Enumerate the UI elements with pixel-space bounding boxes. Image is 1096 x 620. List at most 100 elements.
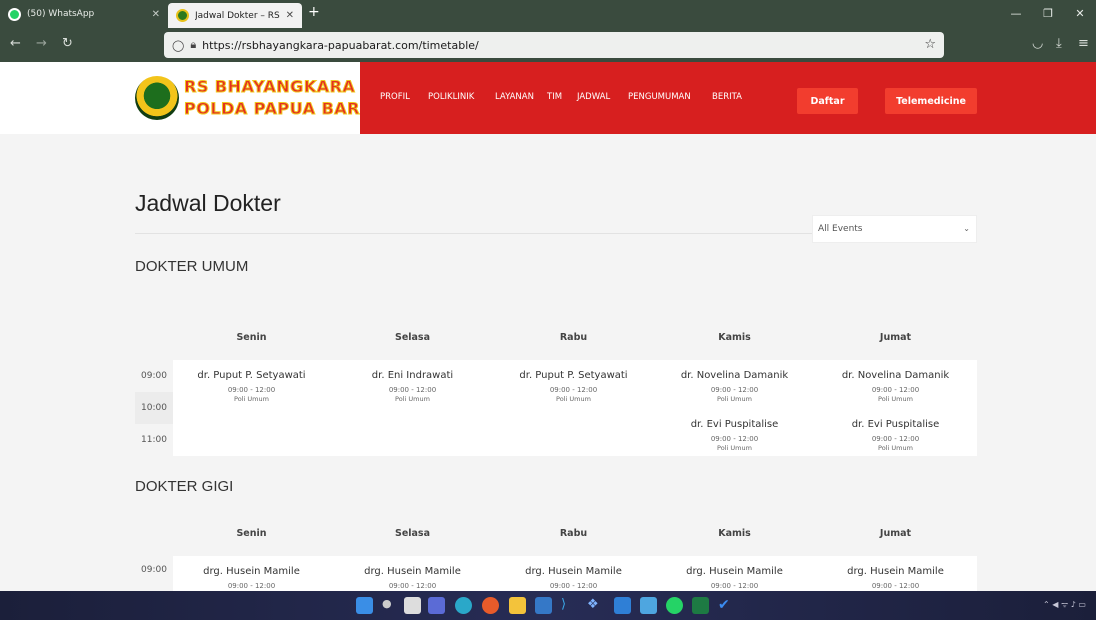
- minimize-icon[interactable]: —: [1000, 0, 1032, 28]
- time-slot-1000: 10:00: [135, 392, 173, 424]
- chevron-down-icon: ⌄: [963, 224, 970, 233]
- dropbox-icon[interactable]: ❖: [587, 597, 604, 614]
- browser-tab-bar: (50) WhatsApp ✕ Jadwal Dokter – RS Bhaya…: [0, 0, 1096, 28]
- close-window-icon[interactable]: ✕: [1064, 0, 1096, 28]
- schedule-entry[interactable]: dr. Puput P. Setyawati 09:00 - 12:00 Pol…: [495, 369, 652, 404]
- edge-icon[interactable]: [455, 597, 472, 614]
- restore-icon[interactable]: ❐: [1032, 0, 1064, 28]
- schedule-entry[interactable]: dr. Novelina Damanik 09:00 - 12:00 Poli …: [817, 369, 974, 404]
- vscode-icon[interactable]: ⟩: [561, 597, 578, 614]
- doctor-poli: Poli Umum: [878, 395, 913, 403]
- menu-item-poliklinik[interactable]: POLIKLINIK: [428, 92, 474, 102]
- search-icon[interactable]: ●: [382, 597, 399, 614]
- doctor-name: drg. Husein Mamile: [525, 566, 622, 577]
- chat-icon[interactable]: [428, 597, 445, 614]
- logo-line1: RS BHAYANGKARA: [183, 77, 356, 97]
- menu-item-layanan[interactable]: LAYANAN: [495, 92, 534, 102]
- file-explorer-icon[interactable]: [509, 597, 526, 614]
- window-controls: — ❐ ✕: [1000, 0, 1096, 28]
- doctor-hours: 09:00 - 12:00: [871, 435, 920, 443]
- doctor-hours: 09:00 - 12:00: [388, 386, 437, 394]
- doctor-hours: 09:00 - 12:00: [710, 435, 759, 443]
- schedule-entry[interactable]: drg. Husein Mamile 09:00 - 12:00: [173, 565, 330, 591]
- forward-icon[interactable]: →: [36, 36, 47, 51]
- site-logo-text[interactable]: RS BHAYANGKARA POLDA PAPUA BARAT: [183, 76, 384, 120]
- day-header-selasa: Selasa: [394, 528, 431, 539]
- daftar-button[interactable]: Daftar: [797, 88, 858, 114]
- menu-item-profil[interactable]: PROFIL: [380, 92, 410, 102]
- menu-item-pengumuman[interactable]: PENGUMUMAN: [628, 92, 691, 102]
- tab-whatsapp[interactable]: (50) WhatsApp ✕: [0, 0, 168, 28]
- doctor-hours: 09:00 - 12:00: [227, 386, 276, 394]
- pocket-icon[interactable]: ◡: [1032, 36, 1043, 51]
- tab-jadwal-dokter[interactable]: Jadwal Dokter – RS Bhayangka ✕: [168, 3, 302, 28]
- doctor-name: dr. Novelina Damanik: [680, 370, 789, 381]
- firefox-icon[interactable]: [482, 597, 499, 614]
- schedule-entry[interactable]: drg. Husein Mamile 09:00 - 12:00: [495, 565, 652, 591]
- bookmark-star-icon[interactable]: ☆: [924, 37, 936, 52]
- whatsapp-icon: [8, 7, 21, 21]
- doctor-name: dr. Eni Indrawati: [371, 370, 454, 381]
- start-menu-icon[interactable]: [356, 597, 373, 614]
- schedule-entry[interactable]: dr. Eni Indrawati 09:00 - 12:00 Poli Umu…: [334, 369, 491, 404]
- system-tray[interactable]: ⌃ ◀ ᯤ ♪ ▭: [1043, 599, 1086, 610]
- day-header-rabu: Rabu: [559, 332, 588, 343]
- doctor-name: drg. Husein Mamile: [364, 566, 461, 577]
- doctor-name: dr. Novelina Damanik: [841, 370, 950, 381]
- doctor-name: drg. Husein Mamile: [686, 566, 783, 577]
- menu-item-jadwal[interactable]: JADWAL: [577, 92, 610, 102]
- schedule-entry[interactable]: dr. Puput P. Setyawati 09:00 - 12:00 Pol…: [173, 369, 330, 404]
- day-header-kamis: Kamis: [718, 528, 751, 539]
- doctor-name: drg. Husein Mamile: [847, 566, 944, 577]
- page-title: Jadwal Dokter: [135, 190, 281, 216]
- doctor-poli: Poli Umum: [717, 444, 752, 452]
- new-tab-button[interactable]: +: [308, 4, 320, 20]
- doctor-hours: 09:00 - 12:00: [871, 386, 920, 394]
- schedule-entry[interactable]: dr. Evi Puspitalise 09:00 - 12:00 Poli U…: [817, 418, 974, 453]
- events-filter-value: All Events: [818, 224, 863, 234]
- reload-icon[interactable]: ↻: [62, 36, 73, 51]
- schedule-entry[interactable]: drg. Husein Mamile 09:00 - 12:00: [817, 565, 974, 591]
- section-title-dokter-gigi: DOKTER GIGI: [135, 478, 234, 495]
- menu-icon[interactable]: ≡: [1078, 36, 1089, 51]
- schedule-entry[interactable]: dr. Evi Puspitalise 09:00 - 12:00 Poli U…: [656, 418, 813, 453]
- close-tab-icon[interactable]: ✕: [286, 10, 294, 21]
- doctor-name: dr. Evi Puspitalise: [690, 419, 779, 430]
- mail-icon[interactable]: [614, 597, 631, 614]
- schedule-entry[interactable]: dr. Novelina Damanik 09:00 - 12:00 Poli …: [656, 369, 813, 404]
- doctor-hours: 09:00 - 12:00: [710, 582, 759, 590]
- doctor-hours: 09:00 - 12:00: [871, 582, 920, 590]
- back-icon[interactable]: ←: [10, 36, 21, 51]
- schedule-grid-umum: dr. Puput P. Setyawati 09:00 - 12:00 Pol…: [173, 360, 977, 456]
- photos-icon[interactable]: [640, 597, 657, 614]
- whatsapp-icon[interactable]: [666, 597, 683, 614]
- day-header-jumat: Jumat: [879, 528, 912, 539]
- schedule-grid-gigi: drg. Husein Mamile 09:00 - 12:00 drg. Hu…: [173, 556, 977, 591]
- logo-line2: POLDA PAPUA BARAT: [183, 99, 384, 119]
- doctor-hours: 09:00 - 12:00: [549, 386, 598, 394]
- doctor-poli: Poli Umum: [556, 395, 591, 403]
- schedule-entry[interactable]: drg. Husein Mamile 09:00 - 12:00: [334, 565, 491, 591]
- doctor-hours: 09:00 - 12:00: [227, 582, 276, 590]
- close-tab-icon[interactable]: ✕: [152, 9, 160, 20]
- telemedicine-button[interactable]: Telemedicine: [885, 88, 977, 114]
- hospital-logo-icon[interactable]: [135, 76, 179, 120]
- doctor-poli: Poli Umum: [395, 395, 430, 403]
- task-view-icon[interactable]: [404, 597, 421, 614]
- time-slot-1100: 11:00: [141, 435, 167, 445]
- excel-icon[interactable]: [692, 597, 709, 614]
- browser-toolbar: ← → ↻ ◯ 🔒︎ https://rsbhayangkara-papuaba…: [0, 28, 1096, 62]
- address-bar[interactable]: ◯ 🔒︎ https://rsbhayangkara-papuabarat.co…: [164, 32, 944, 58]
- doctor-poli: Poli Umum: [878, 444, 913, 452]
- doctor-hours: 09:00 - 12:00: [388, 582, 437, 590]
- doctor-name: drg. Husein Mamile: [203, 566, 300, 577]
- todo-icon[interactable]: ✔: [718, 597, 735, 614]
- schedule-entry[interactable]: drg. Husein Mamile 09:00 - 12:00: [656, 565, 813, 591]
- download-icon[interactable]: ⤓: [1056, 36, 1062, 51]
- menu-item-berita[interactable]: BERITA: [712, 92, 742, 102]
- url-text: https://rsbhayangkara-papuabarat.com/tim…: [202, 38, 479, 52]
- menu-item-tim[interactable]: TIM: [547, 92, 562, 102]
- time-slot-0900: 09:00: [141, 371, 167, 381]
- events-filter-select[interactable]: All Events ⌄: [812, 215, 977, 243]
- store-icon[interactable]: [535, 597, 552, 614]
